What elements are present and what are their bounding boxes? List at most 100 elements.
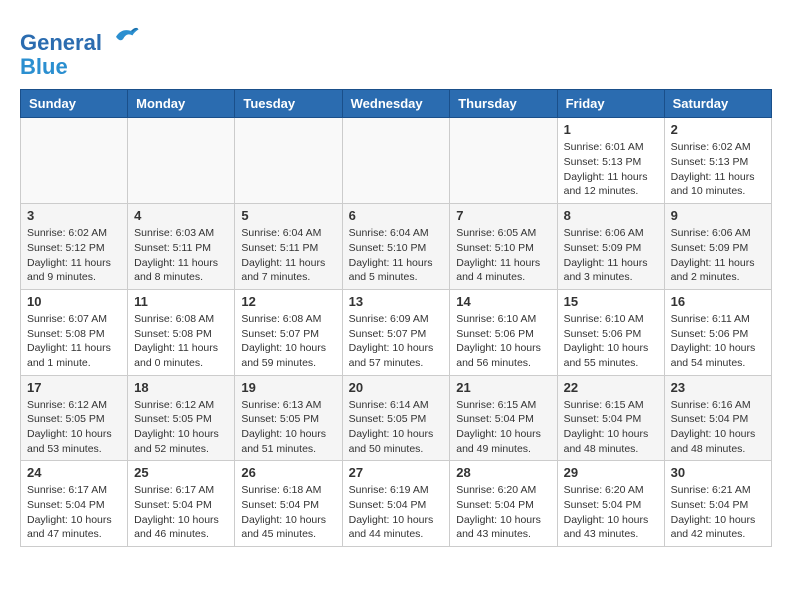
calendar-cell: 14 Sunrise: 6:10 AM Sunset: 5:06 PM Dayli… bbox=[450, 289, 557, 375]
calendar-cell bbox=[342, 118, 450, 204]
logo-bird-icon bbox=[110, 20, 140, 50]
day-number: 8 bbox=[564, 208, 658, 223]
calendar-week-2: 3 Sunrise: 6:02 AM Sunset: 5:12 PM Daylig… bbox=[21, 204, 772, 290]
calendar-cell bbox=[450, 118, 557, 204]
day-info: Sunrise: 6:02 AM Sunset: 5:13 PM Dayligh… bbox=[671, 140, 765, 199]
weekday-header-monday: Monday bbox=[128, 90, 235, 118]
day-number: 23 bbox=[671, 380, 765, 395]
calendar-cell: 23 Sunrise: 6:16 AM Sunset: 5:04 PM Dayli… bbox=[664, 375, 771, 461]
calendar-cell: 29Sunrise: 6:20 AM Sunset: 5:04 PM Dayli… bbox=[557, 461, 664, 547]
day-info: Sunrise: 6:08 AM Sunset: 5:08 PM Dayligh… bbox=[134, 312, 228, 371]
day-number: 17 bbox=[27, 380, 121, 395]
day-number: 2 bbox=[671, 122, 765, 137]
weekday-header-wednesday: Wednesday bbox=[342, 90, 450, 118]
day-info: Sunrise: 6:18 AM Sunset: 5:04 PM Dayligh… bbox=[241, 483, 335, 542]
weekday-header-sunday: Sunday bbox=[21, 90, 128, 118]
calendar-week-3: 10 Sunrise: 6:07 AM Sunset: 5:08 PM Dayli… bbox=[21, 289, 772, 375]
calendar-cell: 15 Sunrise: 6:10 AM Sunset: 5:06 PM Dayli… bbox=[557, 289, 664, 375]
day-info: Sunrise: 6:06 AM Sunset: 5:09 PM Dayligh… bbox=[564, 226, 658, 285]
calendar-cell: 13 Sunrise: 6:09 AM Sunset: 5:07 PM Dayli… bbox=[342, 289, 450, 375]
calendar-cell: 10 Sunrise: 6:07 AM Sunset: 5:08 PM Dayli… bbox=[21, 289, 128, 375]
day-number: 13 bbox=[349, 294, 444, 309]
day-info: Sunrise: 6:10 AM Sunset: 5:06 PM Dayligh… bbox=[564, 312, 658, 371]
day-info: Sunrise: 6:07 AM Sunset: 5:08 PM Dayligh… bbox=[27, 312, 121, 371]
calendar-cell: 7 Sunrise: 6:05 AM Sunset: 5:10 PM Daylig… bbox=[450, 204, 557, 290]
calendar-cell: 19 Sunrise: 6:13 AM Sunset: 5:05 PM Dayli… bbox=[235, 375, 342, 461]
calendar-cell: 26 Sunrise: 6:18 AM Sunset: 5:04 PM Dayli… bbox=[235, 461, 342, 547]
day-number: 24 bbox=[27, 465, 121, 480]
day-number: 16 bbox=[671, 294, 765, 309]
calendar-cell bbox=[21, 118, 128, 204]
day-number: 12 bbox=[241, 294, 335, 309]
page-header: General Blue bbox=[20, 20, 772, 79]
day-number: 5 bbox=[241, 208, 335, 223]
day-number: 29 bbox=[564, 465, 658, 480]
day-number: 18 bbox=[134, 380, 228, 395]
calendar-cell: 30 Sunrise: 6:21 AM Sunset: 5:04 PM Dayli… bbox=[664, 461, 771, 547]
calendar-cell: 22 Sunrise: 6:15 AM Sunset: 5:04 PM Dayli… bbox=[557, 375, 664, 461]
weekday-header-friday: Friday bbox=[557, 90, 664, 118]
day-info: Sunrise: 6:12 AM Sunset: 5:05 PM Dayligh… bbox=[134, 398, 228, 457]
calendar-cell: 12Sunrise: 6:08 AM Sunset: 5:07 PM Dayli… bbox=[235, 289, 342, 375]
weekday-header-thursday: Thursday bbox=[450, 90, 557, 118]
calendar-cell: 25Sunrise: 6:17 AM Sunset: 5:04 PM Dayli… bbox=[128, 461, 235, 547]
calendar-cell: 24 Sunrise: 6:17 AM Sunset: 5:04 PM Dayli… bbox=[21, 461, 128, 547]
calendar-week-1: 1Sunrise: 6:01 AM Sunset: 5:13 PM Daylig… bbox=[21, 118, 772, 204]
calendar-cell: 21 Sunrise: 6:15 AM Sunset: 5:04 PM Dayli… bbox=[450, 375, 557, 461]
day-number: 9 bbox=[671, 208, 765, 223]
weekday-header-tuesday: Tuesday bbox=[235, 90, 342, 118]
calendar-cell: 8 Sunrise: 6:06 AM Sunset: 5:09 PM Daylig… bbox=[557, 204, 664, 290]
calendar-cell: 11 Sunrise: 6:08 AM Sunset: 5:08 PM Dayli… bbox=[128, 289, 235, 375]
day-info: Sunrise: 6:20 AM Sunset: 5:04 PM Dayligh… bbox=[456, 483, 550, 542]
calendar-cell: 17 Sunrise: 6:12 AM Sunset: 5:05 PM Dayli… bbox=[21, 375, 128, 461]
day-number: 4 bbox=[134, 208, 228, 223]
day-number: 26 bbox=[241, 465, 335, 480]
day-info: Sunrise: 6:10 AM Sunset: 5:06 PM Dayligh… bbox=[456, 312, 550, 371]
day-info: Sunrise: 6:05 AM Sunset: 5:10 PM Dayligh… bbox=[456, 226, 550, 285]
day-info: Sunrise: 6:21 AM Sunset: 5:04 PM Dayligh… bbox=[671, 483, 765, 542]
logo: General Blue bbox=[20, 20, 140, 79]
day-info: Sunrise: 6:17 AM Sunset: 5:04 PM Dayligh… bbox=[27, 483, 121, 542]
calendar-cell: 4Sunrise: 6:03 AM Sunset: 5:11 PM Daylig… bbox=[128, 204, 235, 290]
day-info: Sunrise: 6:15 AM Sunset: 5:04 PM Dayligh… bbox=[456, 398, 550, 457]
day-info: Sunrise: 6:16 AM Sunset: 5:04 PM Dayligh… bbox=[671, 398, 765, 457]
day-info: Sunrise: 6:12 AM Sunset: 5:05 PM Dayligh… bbox=[27, 398, 121, 457]
day-number: 3 bbox=[27, 208, 121, 223]
day-number: 20 bbox=[349, 380, 444, 395]
day-number: 10 bbox=[27, 294, 121, 309]
calendar-table: SundayMondayTuesdayWednesdayThursdayFrid… bbox=[20, 89, 772, 547]
day-number: 27 bbox=[349, 465, 444, 480]
day-number: 21 bbox=[456, 380, 550, 395]
calendar-cell: 9 Sunrise: 6:06 AM Sunset: 5:09 PM Daylig… bbox=[664, 204, 771, 290]
day-number: 19 bbox=[241, 380, 335, 395]
calendar-header-row: SundayMondayTuesdayWednesdayThursdayFrid… bbox=[21, 90, 772, 118]
day-info: Sunrise: 6:09 AM Sunset: 5:07 PM Dayligh… bbox=[349, 312, 444, 371]
calendar-cell: 16 Sunrise: 6:11 AM Sunset: 5:06 PM Dayli… bbox=[664, 289, 771, 375]
day-info: Sunrise: 6:17 AM Sunset: 5:04 PM Dayligh… bbox=[134, 483, 228, 542]
day-number: 14 bbox=[456, 294, 550, 309]
weekday-header-saturday: Saturday bbox=[664, 90, 771, 118]
day-number: 7 bbox=[456, 208, 550, 223]
calendar-cell: 28Sunrise: 6:20 AM Sunset: 5:04 PM Dayli… bbox=[450, 461, 557, 547]
day-number: 30 bbox=[671, 465, 765, 480]
day-info: Sunrise: 6:14 AM Sunset: 5:05 PM Dayligh… bbox=[349, 398, 444, 457]
calendar-cell bbox=[128, 118, 235, 204]
day-number: 11 bbox=[134, 294, 228, 309]
calendar-cell: 18 Sunrise: 6:12 AM Sunset: 5:05 PM Dayli… bbox=[128, 375, 235, 461]
day-number: 15 bbox=[564, 294, 658, 309]
calendar-cell: 3 Sunrise: 6:02 AM Sunset: 5:12 PM Daylig… bbox=[21, 204, 128, 290]
day-number: 22 bbox=[564, 380, 658, 395]
day-info: Sunrise: 6:15 AM Sunset: 5:04 PM Dayligh… bbox=[564, 398, 658, 457]
day-info: Sunrise: 6:04 AM Sunset: 5:11 PM Dayligh… bbox=[241, 226, 335, 285]
day-info: Sunrise: 6:04 AM Sunset: 5:10 PM Dayligh… bbox=[349, 226, 444, 285]
calendar-week-5: 24 Sunrise: 6:17 AM Sunset: 5:04 PM Dayli… bbox=[21, 461, 772, 547]
calendar-cell: 27Sunrise: 6:19 AM Sunset: 5:04 PM Dayli… bbox=[342, 461, 450, 547]
day-info: Sunrise: 6:11 AM Sunset: 5:06 PM Dayligh… bbox=[671, 312, 765, 371]
day-info: Sunrise: 6:13 AM Sunset: 5:05 PM Dayligh… bbox=[241, 398, 335, 457]
calendar-cell: 5 Sunrise: 6:04 AM Sunset: 5:11 PM Daylig… bbox=[235, 204, 342, 290]
day-info: Sunrise: 6:01 AM Sunset: 5:13 PM Dayligh… bbox=[564, 140, 658, 199]
day-info: Sunrise: 6:02 AM Sunset: 5:12 PM Dayligh… bbox=[27, 226, 121, 285]
day-info: Sunrise: 6:06 AM Sunset: 5:09 PM Dayligh… bbox=[671, 226, 765, 285]
calendar-cell: 6Sunrise: 6:04 AM Sunset: 5:10 PM Daylig… bbox=[342, 204, 450, 290]
calendar-cell bbox=[235, 118, 342, 204]
